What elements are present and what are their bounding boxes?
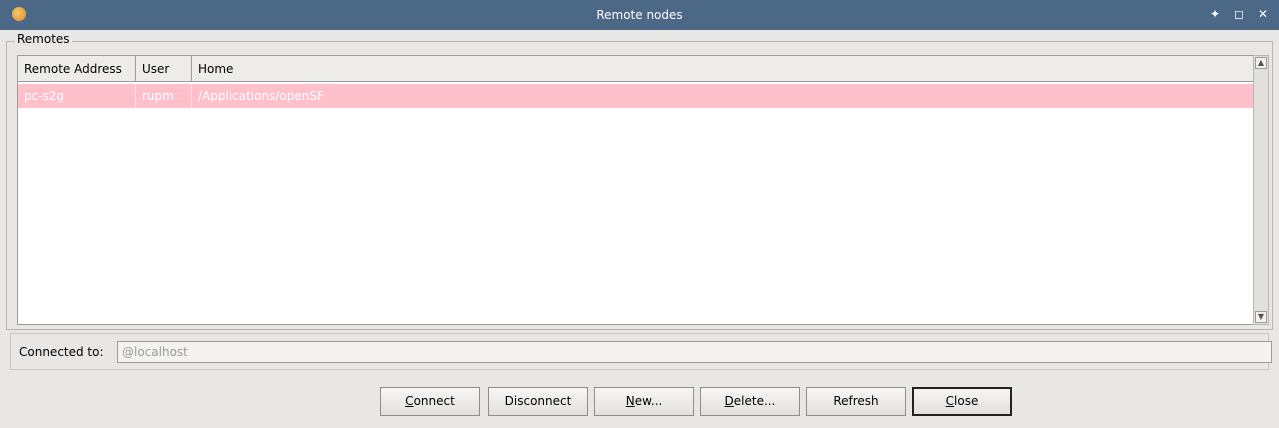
column-header-user[interactable]: User	[136, 56, 192, 82]
remote-nodes-window: Remote nodes ✦ ◻ ✕ Remotes Remote Addres…	[0, 0, 1279, 428]
cell-user: rupm	[136, 84, 192, 108]
table-row[interactable]: pc-s2g rupm /Applications/openSF	[18, 84, 1259, 108]
connected-label: Connected to:	[19, 345, 104, 359]
maximize-icon[interactable]: ◻	[1233, 7, 1245, 21]
close-mnemonic: C	[945, 394, 955, 408]
window-controls: ✦ ◻ ✕	[1209, 7, 1269, 21]
delete-label: elete...	[733, 394, 776, 408]
connected-to-field: @localhost	[117, 341, 1272, 363]
title-bar[interactable]: Remote nodes ✦ ◻ ✕	[0, 0, 1279, 30]
disconnect-label: Disconnect	[504, 394, 572, 408]
close-button[interactable]: Close	[912, 387, 1012, 416]
new-label: ew...	[634, 394, 663, 408]
column-header-home[interactable]: Home	[192, 56, 1259, 82]
delete-mnemonic: D	[724, 394, 734, 408]
refresh-label: Refresh	[833, 394, 879, 408]
connect-mnemonic: C	[405, 394, 414, 408]
remotes-group-label: Remotes	[15, 32, 72, 46]
new-mnemonic: N	[625, 394, 635, 408]
connect-label: onnect	[413, 394, 455, 408]
remotes-table[interactable]: Remote Address User Home pc-s2g rupm /Ap…	[17, 55, 1260, 325]
column-header-remote-address[interactable]: Remote Address	[18, 56, 136, 82]
cell-remote-address: pc-s2g	[18, 84, 136, 108]
vertical-scrollbar[interactable]: ▲ ▼	[1253, 55, 1269, 325]
connected-panel: Connected to: @localhost	[10, 333, 1272, 370]
table-header: Remote Address User Home	[18, 56, 1259, 82]
close-label: lose	[954, 394, 979, 408]
scroll-down-icon[interactable]: ▼	[1255, 311, 1267, 323]
scroll-up-icon[interactable]: ▲	[1255, 57, 1267, 69]
delete-button[interactable]: Delete...	[700, 387, 800, 416]
remotes-groupbox: Remotes Remote Address User Home pc-s2g …	[6, 32, 1273, 330]
new-button[interactable]: New...	[594, 387, 694, 416]
connect-button[interactable]: Connect	[380, 387, 480, 416]
close-icon[interactable]: ✕	[1257, 7, 1269, 21]
window-title: Remote nodes	[596, 8, 683, 22]
cell-home: /Applications/openSF	[198, 89, 324, 103]
pin-icon[interactable]: ✦	[1209, 7, 1221, 21]
refresh-button[interactable]: Refresh	[806, 387, 906, 416]
disconnect-button[interactable]: Disconnect	[488, 387, 588, 416]
